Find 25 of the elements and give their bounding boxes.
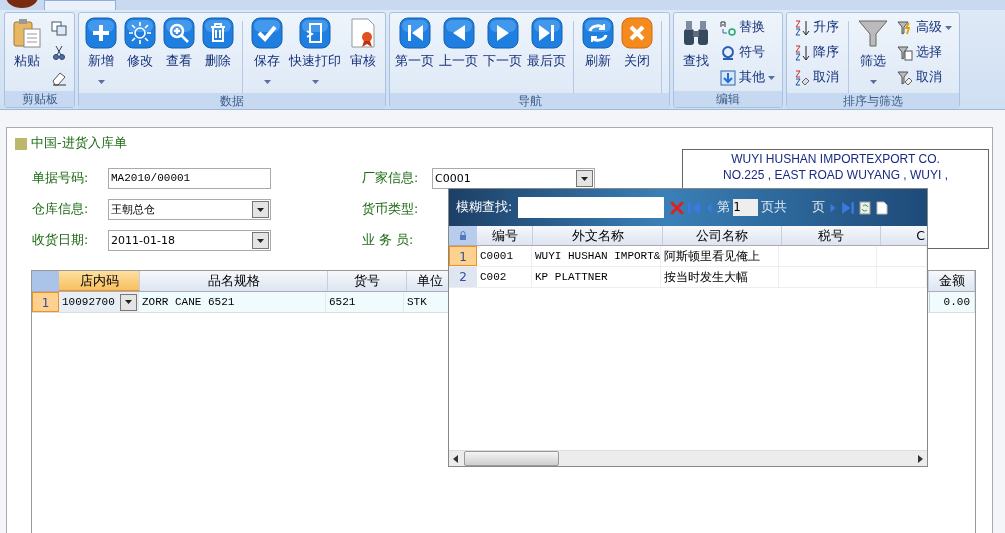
field-label: 单据号码:: [32, 170, 90, 187]
search-label: 模糊查找:: [456, 199, 513, 216]
table-cell: 0.00: [930, 292, 975, 312]
field-label: 厂家信息:: [362, 170, 420, 187]
table-cell: 6521: [326, 292, 404, 312]
table-cell: C002: [477, 267, 532, 287]
page-label: 页共: [761, 199, 788, 216]
field-label: 仓库信息:: [32, 201, 90, 218]
table-cell: C0001: [477, 246, 532, 266]
field-label: 业 务 员:: [362, 232, 415, 249]
table-cell: ZORR CANE 6521: [139, 292, 326, 312]
table-cell: KP PLATTNER: [532, 267, 661, 287]
table-cell: WUYI HUSHAN IMPORT&: [532, 246, 661, 266]
form-title: 中国-进货入库单: [31, 135, 127, 152]
field-label: 货币类型:: [362, 201, 420, 218]
group-label: 编辑: [674, 91, 782, 107]
page-label: 第: [717, 199, 731, 216]
field-label: 收货日期:: [32, 232, 90, 249]
group-label: 数据: [79, 93, 385, 109]
page-label: 页: [812, 199, 826, 216]
table-cell: 按当时发生大幅: [661, 267, 779, 287]
group-label: 剪贴板: [5, 91, 74, 107]
group-label: 排序与筛选: [787, 93, 959, 109]
group-label: 导航: [390, 93, 669, 109]
table-cell: 阿斯顿里看见俺上: [661, 246, 779, 266]
